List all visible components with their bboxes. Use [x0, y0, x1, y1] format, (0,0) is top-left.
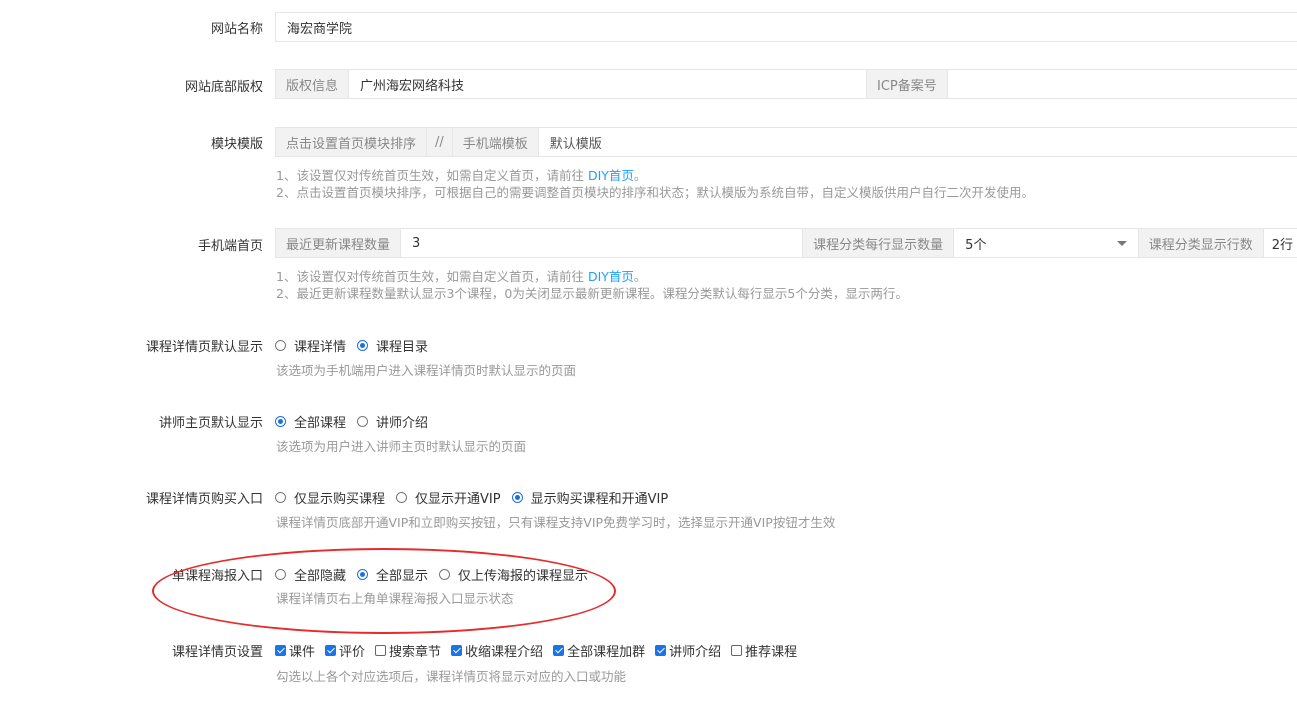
copyright-addon: 版权信息 — [276, 70, 350, 98]
radio-icon[interactable] — [275, 416, 286, 427]
checkbox-icon[interactable] — [375, 645, 387, 656]
checkbox-label: 推荐课程 — [745, 645, 798, 660]
sort-modules-link[interactable]: 点击设置首页模块排序 — [276, 128, 428, 156]
checkbox-label: 评价 — [339, 645, 366, 660]
checkbox-icon[interactable] — [553, 645, 565, 656]
radio-buy-and-vip[interactable]: 显示购买课程和开通VIP — [511, 488, 668, 507]
recent-courses-input[interactable]: 3 — [401, 229, 802, 257]
checkbox-option[interactable]: 推荐课程 — [731, 641, 797, 660]
course-detail-default-label: 课程详情页默认显示 — [145, 340, 263, 355]
icp-input[interactable] — [948, 70, 1297, 98]
copyright-input[interactable]: 广州海宏网络科技 — [349, 70, 866, 98]
radio-show-uploaded[interactable]: 仅上传海报的课程显示 — [439, 565, 588, 584]
checkbox-icon[interactable] — [655, 645, 667, 656]
poster-entry-help: 课程详情页右上角单课程海报入口显示状态 — [276, 591, 514, 606]
mobile-home-group: 最近更新课程数量 3 课程分类每行显示数量 5个 课程分类显示行数 2行 — [275, 228, 1297, 258]
course-detail-settings-help: 勾选以上各个对应选项后，课程详情页将显示对应的入口或功能 — [276, 669, 627, 684]
checkbox-option[interactable]: 讲师介绍 — [655, 641, 721, 660]
course-detail-settings-options: 课件 评价 搜索章节 收缩课程介绍 全部课程加群 讲师介绍 推荐课程 — [275, 641, 807, 660]
checkbox-label: 讲师介绍 — [669, 645, 722, 660]
per-row-value: 5个 — [965, 237, 987, 253]
site-name-label: 网站名称 — [210, 22, 263, 37]
checkbox-label: 收缩课程介绍 — [465, 645, 544, 660]
checkbox-icon[interactable] — [275, 645, 286, 656]
rows-addon: 课程分类显示行数 — [1138, 229, 1264, 257]
course-purchase-entry-label: 课程详情页购买入口 — [145, 492, 263, 507]
course-detail-settings-label: 课程详情页设置 — [171, 645, 263, 660]
rows-input[interactable]: 2行 — [1264, 229, 1297, 257]
checkbox-option[interactable]: 全部课程加群 — [553, 641, 645, 660]
poster-entry-label: 单课程海报入口 — [171, 569, 263, 584]
course-detail-default-help: 该选项为手机端用户进入课程详情页时默认显示的页面 — [276, 363, 577, 378]
per-row-select[interactable]: 5个 — [954, 229, 1139, 257]
radio-show-all[interactable]: 全部显示 — [357, 565, 428, 584]
radio-icon[interactable] — [511, 492, 523, 503]
mobile-home-label: 手机端首页 — [197, 239, 263, 254]
footer-copyright-label: 网站底部版权 — [184, 80, 263, 95]
radio-icon[interactable] — [357, 569, 369, 580]
radio-vip-only[interactable]: 仅显示开通VIP — [396, 488, 501, 507]
radio-course-catalog[interactable]: 课程目录 — [357, 336, 428, 355]
radio-icon[interactable] — [396, 492, 408, 503]
module-template-help-1: 1、该设置仅对传统首页生效，如需自定义首页，请前往 DIY首页。 — [276, 168, 647, 183]
radio-teacher-intro[interactable]: 讲师介绍 — [357, 412, 428, 431]
separator: // — [427, 128, 453, 156]
mobile-home-help-2: 2、最近更新课程数量默认显示3个课程，0为关闭显示最新更新课程。课程分类默认每行… — [276, 286, 908, 301]
poster-entry-options: 全部隐藏 全部显示 仅上传海报的课程显示 — [275, 565, 599, 584]
teacher-home-default-options: 全部课程 讲师介绍 — [275, 412, 439, 431]
checkbox-icon[interactable] — [731, 645, 743, 656]
chevron-down-icon — [1116, 240, 1127, 246]
per-row-addon: 课程分类每行显示数量 — [802, 229, 955, 257]
radio-icon[interactable] — [357, 416, 369, 427]
mobile-template-select[interactable]: 默认模版 — [539, 128, 1297, 156]
radio-hide-all[interactable]: 全部隐藏 — [275, 565, 346, 584]
course-purchase-entry-help: 课程详情页底部开通VIP和立即购买按钮，只有课程支持VIP免费学习时，选择显示开… — [276, 515, 836, 530]
diy-home-link[interactable]: DIY首页 — [588, 168, 634, 183]
radio-buy-only[interactable]: 仅显示购买课程 — [275, 488, 385, 507]
site-name-input[interactable]: 海宏商学院 — [275, 12, 1297, 42]
radio-icon[interactable] — [275, 340, 286, 351]
course-detail-default-options: 课程详情 课程目录 — [275, 336, 439, 355]
radio-all-courses[interactable]: 全部课程 — [275, 412, 346, 431]
checkbox-option[interactable]: 收缩课程介绍 — [451, 641, 543, 660]
checkbox-label: 全部课程加群 — [567, 645, 646, 660]
diy-home-link-2[interactable]: DIY首页 — [588, 269, 634, 284]
recent-courses-addon: 最近更新课程数量 — [276, 229, 402, 257]
mobile-home-help-1: 1、该设置仅对传统首页生效，如需自定义首页，请前往 DIY首页。 — [276, 269, 647, 284]
checkbox-label: 搜索章节 — [389, 645, 442, 660]
module-template-label: 模块模版 — [210, 137, 263, 152]
radio-icon[interactable] — [439, 569, 451, 580]
checkbox-label: 课件 — [289, 645, 316, 660]
radio-course-detail[interactable]: 课程详情 — [275, 336, 346, 355]
module-template-group: 点击设置首页模块排序 // 手机端模板 默认模版 — [275, 127, 1297, 157]
checkbox-icon[interactable] — [325, 645, 337, 656]
icp-addon: ICP备案号 — [866, 70, 948, 98]
radio-icon[interactable] — [357, 340, 369, 351]
checkbox-option[interactable]: 评价 — [325, 641, 365, 660]
teacher-home-default-label: 讲师主页默认显示 — [158, 416, 263, 431]
module-template-help-2: 2、点击设置首页模块排序，可根据自己的需要调整首页模块的排序和状态；默认模版为系… — [276, 185, 1034, 200]
checkbox-option[interactable]: 课件 — [275, 641, 315, 660]
teacher-home-default-help: 该选项为用户进入讲师主页时默认显示的页面 — [276, 439, 527, 454]
mobile-template-addon: 手机端模板 — [452, 128, 539, 156]
radio-icon[interactable] — [275, 569, 286, 580]
footer-copyright-group: 版权信息 广州海宏网络科技 ICP备案号 — [275, 69, 1297, 99]
radio-icon[interactable] — [275, 492, 286, 503]
checkbox-option[interactable]: 搜索章节 — [375, 641, 441, 660]
course-purchase-entry-options: 仅显示购买课程 仅显示开通VIP 显示购买课程和开通VIP — [275, 488, 679, 507]
checkbox-icon[interactable] — [451, 645, 463, 656]
site-name-value[interactable]: 海宏商学院 — [276, 13, 363, 41]
